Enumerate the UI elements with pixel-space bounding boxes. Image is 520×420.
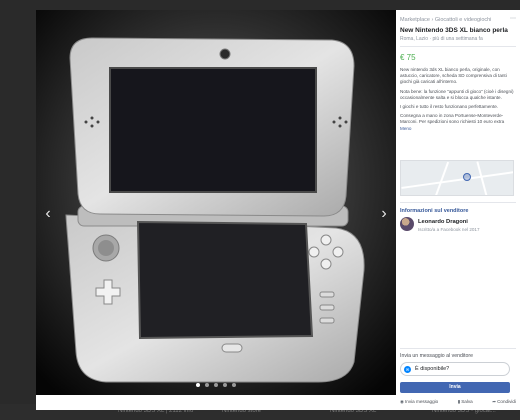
gallery-dot[interactable] xyxy=(232,383,236,387)
gallery-dot[interactable] xyxy=(205,383,209,387)
product-photo[interactable]: ‹ › xyxy=(36,10,396,395)
divider xyxy=(400,46,516,47)
save-action[interactable]: ▮Salva xyxy=(458,399,473,405)
gallery-dot[interactable] xyxy=(223,383,227,387)
gallery-dots xyxy=(196,383,236,387)
listing-description: New nintendo 3ds XL bianco perla, origin… xyxy=(400,67,514,135)
nintendo-3ds-photo xyxy=(36,10,396,395)
description-paragraph: I giochi e tutto il resto funzionano per… xyxy=(400,104,499,110)
location-pin-icon xyxy=(463,173,471,181)
listing-location: Roma, Lazio · più di una settimana fa xyxy=(400,36,483,42)
messenger-icon: ◉ xyxy=(400,399,405,404)
action-bar: ◉Invia messaggio ▮Salva ➦Condividi xyxy=(400,399,516,405)
description-paragraph: Consegna a mano in zona Portuense-Montev… xyxy=(400,113,514,132)
description-paragraph: Nota bene: la funzione "appunti di gioco… xyxy=(400,88,514,100)
avatar[interactable] xyxy=(400,217,414,231)
send-button[interactable]: Invia xyxy=(400,382,510,393)
listing-price: € 75 xyxy=(400,53,416,62)
breadcrumb[interactable]: Marketplace › Giocattoli e videogiochi xyxy=(400,17,491,23)
description-paragraph: New nintendo 3ds XL bianco perla, origin… xyxy=(400,67,507,85)
chevron-right-icon[interactable]: › xyxy=(376,204,392,224)
message-input[interactable]: ✉ È disponibile? xyxy=(400,362,510,376)
bookmark-icon: ▮ xyxy=(457,399,461,404)
listing-details-panel: Marketplace › Giocattoli e videogiochi ⋯… xyxy=(396,10,520,410)
listing-modal: ‹ › Marketplace › Giocattoli e videogioc… xyxy=(36,10,520,410)
share-action[interactable]: ➦Condividi xyxy=(492,399,516,405)
gallery-dot[interactable] xyxy=(196,383,200,387)
show-less-link[interactable]: Meno xyxy=(400,126,412,131)
share-icon: ➦ xyxy=(492,399,497,404)
message-heading: Invia un messaggio al venditore xyxy=(400,353,473,359)
seller-since: Iscritto/a a Facebook nel 2017 xyxy=(418,227,480,232)
seller-name[interactable]: Leonardo Dragoni xyxy=(418,219,468,225)
divider xyxy=(400,348,516,349)
more-options-icon[interactable]: ⋯ xyxy=(510,16,516,22)
listing-title: New Nintendo 3DS XL bianco perla xyxy=(400,27,508,34)
message-input-value: È disponibile? xyxy=(415,366,450,372)
seller-heading: Informazioni sul venditore xyxy=(400,208,469,214)
send-message-action[interactable]: ◉Invia messaggio xyxy=(400,399,438,405)
location-map[interactable] xyxy=(400,160,514,196)
gallery-dot[interactable] xyxy=(214,383,218,387)
photo-footer xyxy=(36,395,396,410)
messenger-icon: ✉ xyxy=(404,366,411,373)
divider xyxy=(400,202,516,203)
delivery-text: Consegna a mano in zona Portuense-Montev… xyxy=(400,113,505,125)
chevron-left-icon[interactable]: ‹ xyxy=(40,204,56,224)
